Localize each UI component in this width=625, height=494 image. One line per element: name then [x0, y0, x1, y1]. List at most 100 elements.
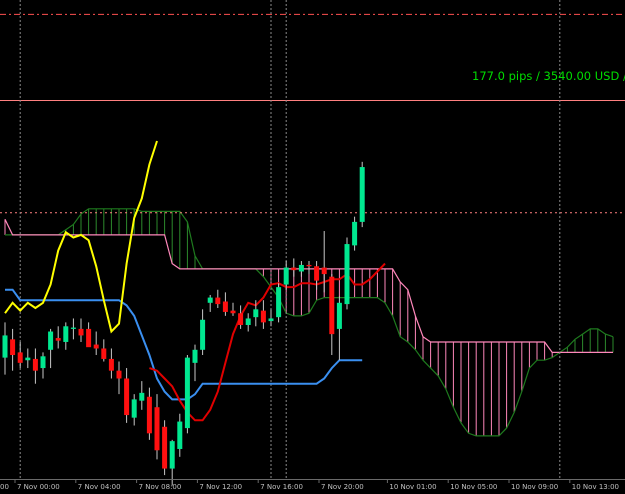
x-tick-label: 10 Nov 09:00: [511, 483, 558, 491]
candle: [329, 274, 335, 356]
candle-body: [329, 276, 335, 335]
candle-body: [63, 326, 69, 342]
candle: [314, 261, 320, 290]
candle: [207, 294, 213, 312]
ichimoku-chart: 00 7 Nov 00:00 7 Nov 04:00 7 Nov 08:00 7 Nov…: [0, 0, 625, 491]
candle-body: [146, 396, 152, 434]
candle: [86, 322, 92, 348]
candle: [10, 328, 16, 371]
x-tick-label: 7 Nov 12:00: [199, 483, 242, 491]
candle-body: [124, 378, 130, 416]
chikou-span-line: [4, 140, 158, 334]
candle: [177, 413, 183, 457]
candle-body: [276, 287, 282, 318]
kumo-cloud: [4, 208, 614, 437]
x-tick-label: 7 Nov 00:00: [17, 483, 60, 491]
tenkan-sen-line: [149, 262, 386, 422]
candle: [184, 355, 190, 434]
candle-body: [352, 221, 358, 246]
candle: [17, 341, 23, 369]
candle-body: [359, 167, 365, 222]
candle: [55, 326, 61, 349]
candle-body: [200, 319, 206, 350]
candle: [48, 328, 54, 369]
candle-body: [238, 313, 244, 325]
candle-body: [40, 356, 46, 369]
candle: [306, 261, 312, 275]
horizontal-levels: [0, 13, 625, 214]
candle-body: [222, 301, 228, 312]
candle-body: [283, 267, 289, 285]
candle: [344, 237, 350, 310]
candle-body: [116, 370, 122, 379]
x-tick-label-prefix: 00: [0, 483, 9, 491]
candle-body: [207, 297, 213, 303]
x-tick-label: 10 Nov 13:00: [572, 483, 619, 491]
candle-body: [306, 264, 312, 267]
candle-body: [101, 348, 107, 359]
candle: [25, 348, 31, 369]
senkou-span-b-line: [5, 208, 614, 437]
candle: [131, 394, 137, 426]
x-tick-label: 7 Nov 08:00: [139, 483, 182, 491]
x-tick-label: 10 Nov 01:00: [389, 483, 436, 491]
candle-body: [86, 328, 92, 348]
candle-body: [10, 339, 16, 356]
candle-body: [17, 352, 23, 363]
candle-body: [268, 318, 274, 322]
candle: [124, 368, 130, 423]
x-tick-label: 7 Nov 20:00: [321, 483, 364, 491]
candle-body: [162, 426, 168, 469]
candle-body: [131, 399, 137, 418]
candle-body: [2, 335, 8, 358]
candle-body: [344, 244, 350, 305]
candle: [2, 322, 8, 375]
candle-body: [245, 318, 251, 325]
candle: [245, 313, 251, 332]
candle-body: [154, 407, 160, 451]
candle: [268, 309, 274, 327]
candle: [78, 318, 84, 342]
candle: [230, 302, 236, 316]
candle-body: [291, 267, 297, 271]
candle: [32, 348, 38, 384]
x-tick-label: 7 Nov 16:00: [260, 483, 303, 491]
candle: [162, 420, 168, 476]
candle: [276, 283, 282, 323]
pips-annotation: 177.0 pips / 3540.00 USD /: [472, 69, 625, 83]
candle: [336, 296, 342, 361]
candle: [93, 331, 99, 356]
candle: [108, 348, 114, 379]
candle: [192, 344, 198, 382]
candle-body: [93, 344, 99, 349]
x-tick-label: 10 Nov 05:00: [450, 483, 497, 491]
candle: [298, 261, 304, 277]
candle: [139, 381, 145, 410]
candle-body: [48, 331, 54, 350]
candle-body: [314, 266, 320, 281]
candle-body: [336, 302, 342, 329]
candle: [101, 339, 107, 362]
candle-body: [230, 310, 236, 314]
candle-body: [70, 327, 76, 329]
candle: [359, 161, 365, 228]
candle-body: [32, 358, 38, 371]
candle-body: [192, 349, 198, 363]
candle-body: [184, 357, 190, 429]
candle-body: [253, 309, 259, 318]
candle-body: [260, 310, 266, 323]
candle: [116, 361, 122, 395]
x-tick-label: 7 Nov 04:00: [78, 483, 121, 491]
candle-body: [78, 328, 84, 336]
candle: [146, 387, 152, 440]
candle-body: [177, 421, 183, 449]
candle-body: [108, 358, 114, 371]
candle: [222, 292, 228, 316]
candle: [260, 300, 266, 329]
candle-body: [169, 441, 175, 469]
candle: [238, 305, 244, 329]
candle: [70, 318, 76, 340]
candle: [169, 439, 175, 486]
candle-body: [139, 392, 145, 401]
candle-body: [55, 338, 61, 341]
